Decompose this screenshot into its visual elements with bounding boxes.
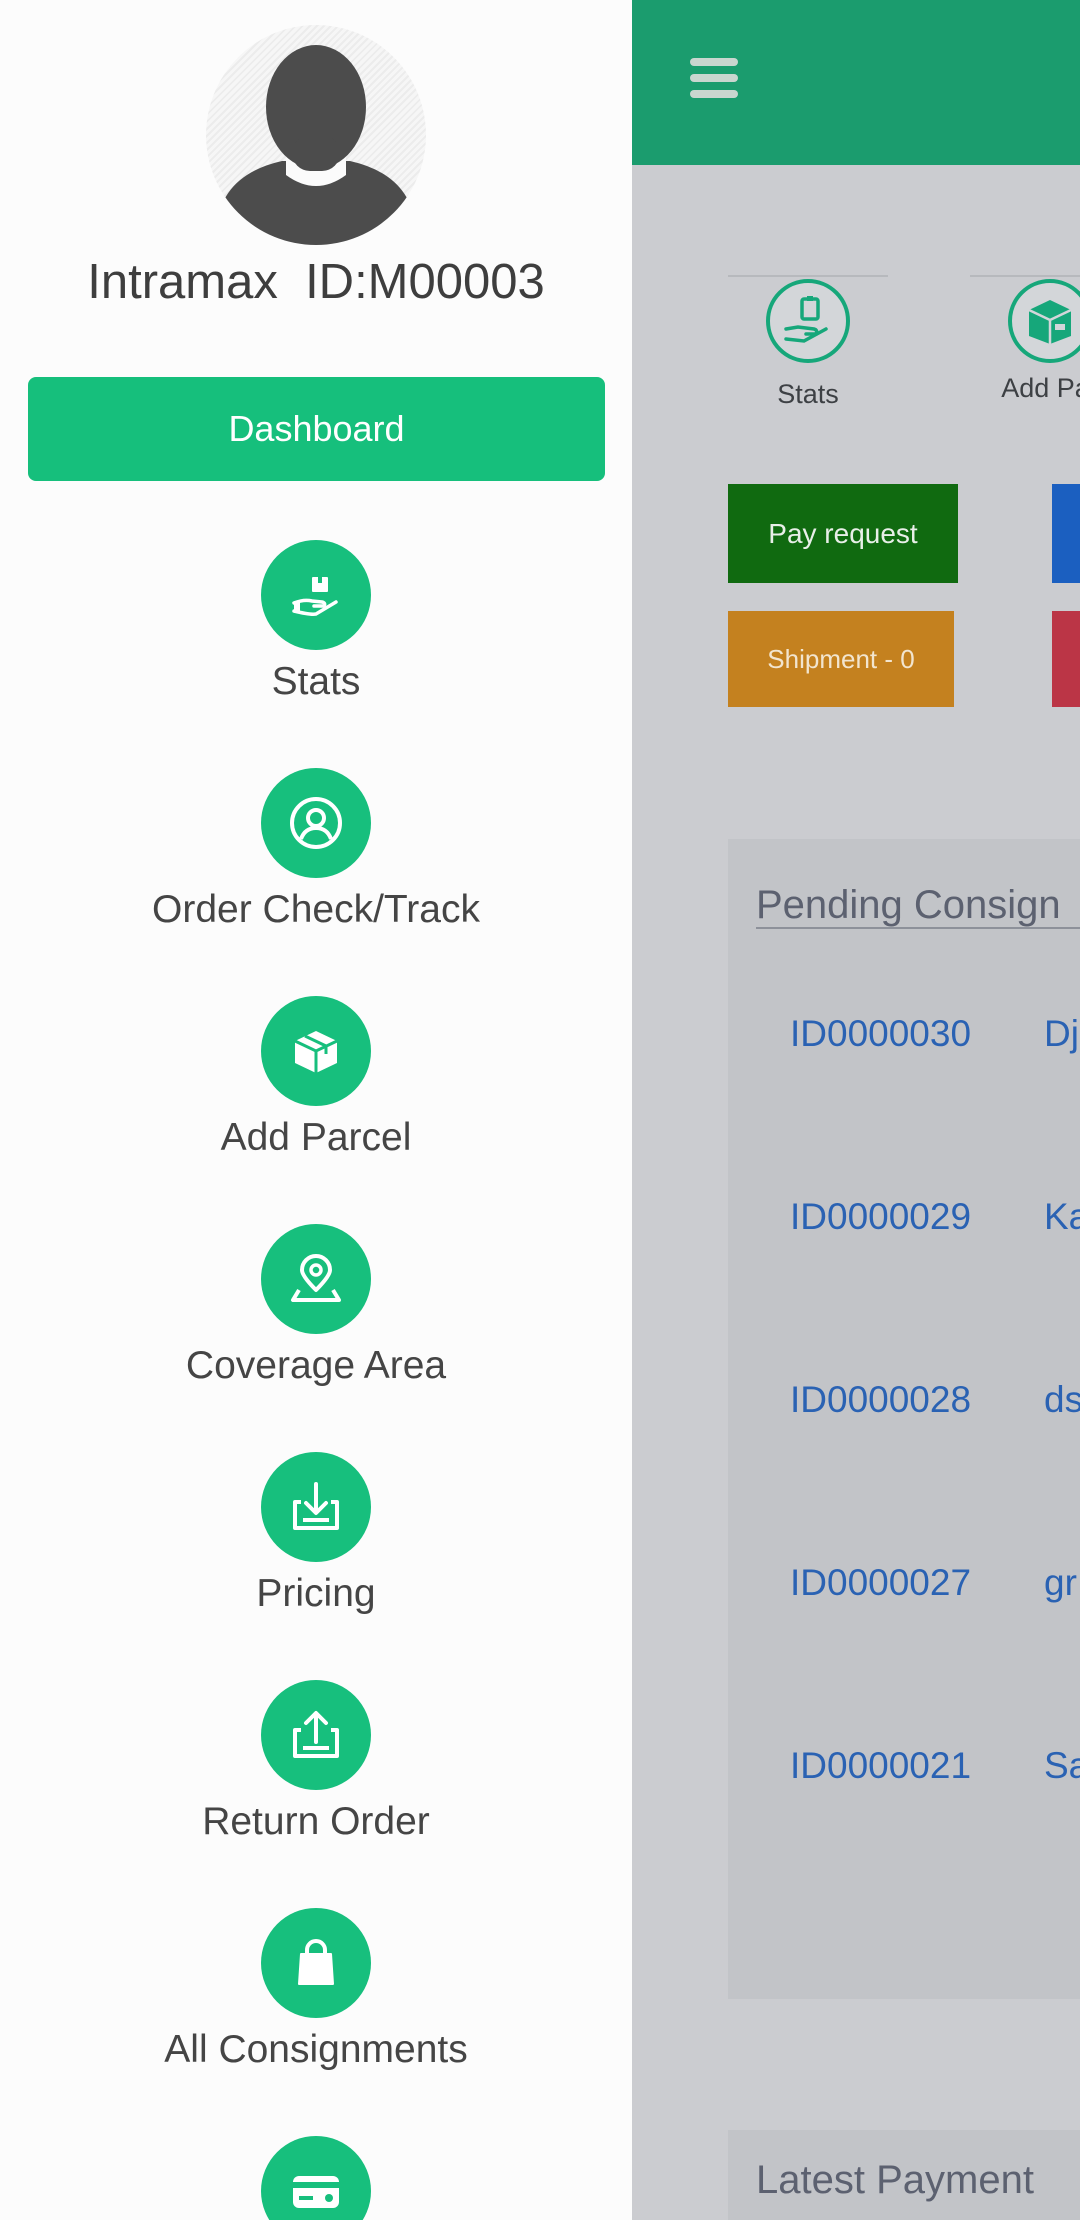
drawer-item-pricing[interactable]: Pricing — [0, 1452, 632, 1642]
drawer-item-label: Coverage Area — [185, 1344, 447, 1387]
latest-payment-title: Latest Payment — [756, 2158, 1034, 2202]
drawer-item-label: Return Order — [202, 1800, 430, 1843]
quick-tile-label: Add Par — [1001, 373, 1080, 403]
consignment-id[interactable]: ID0000027 — [790, 1562, 971, 1604]
consignment-id[interactable]: ID0000029 — [790, 1196, 971, 1238]
drawer-item-label: Pricing — [256, 1572, 376, 1615]
download-tray-icon — [261, 1452, 371, 1562]
pending-row[interactable]: ID0000030 Dj — [790, 1013, 1080, 1073]
drawer-item-label: All Consignments — [164, 2028, 468, 2071]
user-silhouette-icon — [216, 45, 416, 245]
title-underline — [756, 927, 1080, 929]
dashboard-button[interactable]: Dashboard — [28, 377, 605, 481]
pending-consignments-card: Pending Consign ID0000030 Dj ID0000029 K… — [728, 839, 1080, 1999]
consignment-name: gr — [1044, 1562, 1077, 1603]
latest-payment-card: Latest Payment — [728, 2130, 1080, 2220]
drawer-item-label: Stats — [271, 660, 361, 703]
credit-card-icon — [261, 2136, 371, 2220]
quick-tile-label: Stats — [777, 379, 839, 409]
box-icon — [261, 996, 371, 1106]
consignment-name: Sa — [1044, 1745, 1080, 1786]
quick-tile-add-parcel[interactable]: Add Par — [970, 275, 1080, 404]
pay-request-button[interactable]: Pay request — [728, 484, 958, 583]
drawer-item-coverage-area[interactable]: Coverage Area — [0, 1224, 632, 1414]
hamburger-menu-icon[interactable] — [690, 58, 738, 104]
user-circle-icon — [261, 768, 371, 878]
hand-parcel-icon — [766, 279, 850, 363]
avatar[interactable] — [206, 25, 426, 245]
shopping-bag-icon — [261, 1908, 371, 2018]
shipment-count-button[interactable]: Shipment - 0 — [728, 611, 954, 707]
pending-consignments-title: Pending Consign — [756, 883, 1061, 927]
drawer-item-add-parcel[interactable]: Add Parcel — [0, 996, 632, 1186]
profile-name: Intramax ID:M00003 — [87, 255, 545, 309]
pending-row[interactable]: ID0000029 Ka — [790, 1196, 1080, 1256]
consignment-name: Dj — [1044, 1013, 1079, 1054]
drawer-item-all-consignments[interactable]: All Consignments — [0, 1908, 632, 2098]
drawer-item-order-check-track[interactable]: Order Check/Track — [0, 768, 632, 958]
map-pin-icon — [261, 1224, 371, 1334]
consignment-id[interactable]: ID0000028 — [790, 1379, 971, 1421]
quick-tile-stats[interactable]: Stats — [728, 275, 888, 410]
pending-row[interactable]: ID0000028 ds — [790, 1379, 1080, 1439]
navigation-drawer: Intramax ID:M00003 Dashboard Stats Order… — [0, 0, 632, 2220]
drawer-item-label: Order Check/Track — [152, 888, 480, 931]
hand-parcel-icon — [261, 540, 371, 650]
drawer-item-label: Add Parcel — [220, 1116, 412, 1159]
consignment-name: Ka — [1044, 1196, 1080, 1237]
box-icon — [1008, 279, 1080, 363]
upload-tray-icon — [261, 1680, 371, 1790]
drawer-item-return-order[interactable]: Return Order — [0, 1680, 632, 1870]
drawer-item-payments[interactable] — [0, 2136, 632, 2220]
pending-row[interactable]: ID0000027 gr — [790, 1562, 1080, 1622]
consignment-name: ds — [1044, 1379, 1080, 1420]
blue-action-button[interactable] — [1052, 484, 1080, 583]
consignment-id[interactable]: ID0000030 — [790, 1013, 971, 1055]
consignment-id[interactable]: ID0000021 — [790, 1745, 971, 1787]
drawer-item-stats[interactable]: Stats — [0, 540, 632, 730]
red-action-button[interactable] — [1052, 611, 1080, 707]
pending-row[interactable]: ID0000021 Sa — [790, 1745, 1080, 1805]
